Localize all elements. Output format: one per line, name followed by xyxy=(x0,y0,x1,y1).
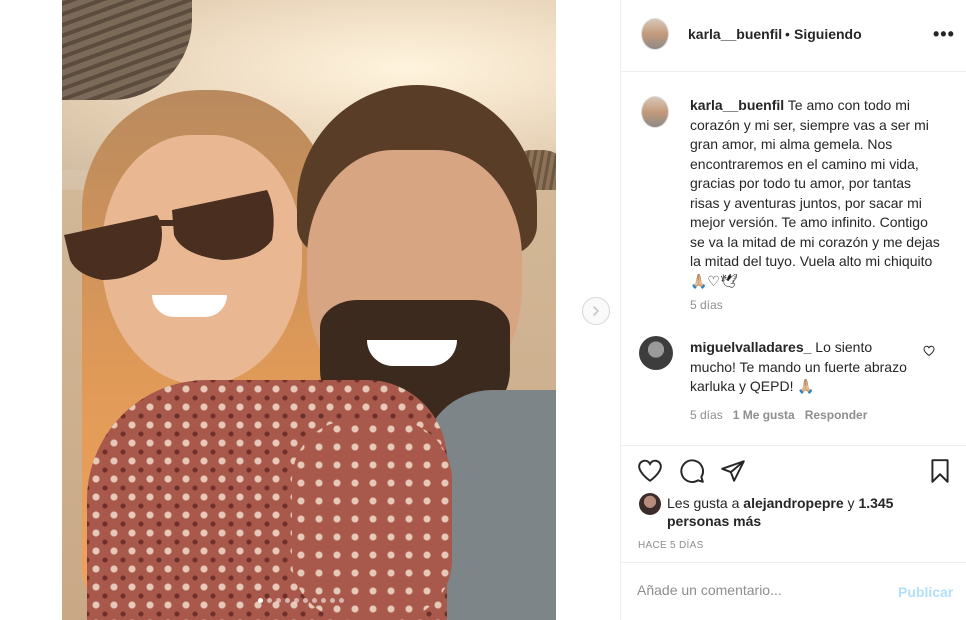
post-header: karla__buenfil • Siguiendo ••• xyxy=(621,0,966,72)
share-icon[interactable] xyxy=(720,458,746,484)
liker-avatar[interactable] xyxy=(639,493,661,515)
author-avatar[interactable] xyxy=(641,18,669,50)
carousel-dot xyxy=(258,598,263,603)
post-photo[interactable] xyxy=(62,0,556,620)
reply-button[interactable]: Responder xyxy=(805,408,868,422)
heart-icon[interactable] xyxy=(637,458,663,484)
photo-woman-smile xyxy=(152,295,227,317)
caption-avatar[interactable] xyxy=(641,96,669,128)
carousel-dot xyxy=(312,598,317,603)
caption-text: Te amo con todo mi corazón y mi ser, sie… xyxy=(690,97,940,289)
divider xyxy=(621,445,966,446)
caption-time[interactable]: 5 días xyxy=(690,298,723,312)
carousel-dot xyxy=(294,598,299,603)
carousel-dot xyxy=(303,598,308,603)
chevron-right-icon xyxy=(593,306,599,316)
likes-prefix: Les gusta a xyxy=(667,495,740,511)
post-timestamp[interactable]: HACE 5 DÍAS xyxy=(638,540,704,551)
add-comment-input[interactable] xyxy=(637,576,887,604)
comment: miguelvalladares_ Lo siento mucho! Te ma… xyxy=(690,338,910,397)
bookmark-icon[interactable] xyxy=(927,458,953,484)
carousel-dot xyxy=(330,598,335,603)
more-options-icon[interactable]: ••• xyxy=(933,24,955,45)
carousel-dot xyxy=(276,598,281,603)
commenter-avatar[interactable] xyxy=(639,336,673,370)
carousel-indicator xyxy=(258,598,344,603)
post-sidebar: karla__buenfil • Siguiendo ••• karla__bu… xyxy=(620,0,966,620)
likes-connector: y xyxy=(847,495,855,511)
comment-meta: 5 días 1 Me gusta Responder xyxy=(690,408,867,422)
author-username[interactable]: karla__buenfil xyxy=(688,26,782,42)
publish-button[interactable]: Publicar xyxy=(898,584,953,600)
comment-icon[interactable] xyxy=(679,458,705,484)
photo-sunglasses xyxy=(64,190,274,280)
header-separator: • xyxy=(785,26,790,42)
comment-likes[interactable]: 1 Me gusta xyxy=(733,408,795,422)
post-caption: karla__buenfil Te amo con todo mi corazó… xyxy=(690,96,940,291)
carousel-dot xyxy=(267,598,272,603)
photo-woman-arm xyxy=(292,420,452,620)
liker-username[interactable]: alejandropepre xyxy=(743,495,843,511)
photo-man-smile xyxy=(367,340,457,366)
caption-username[interactable]: karla__buenfil xyxy=(690,97,784,113)
next-slide-button[interactable] xyxy=(582,297,610,325)
divider xyxy=(621,562,966,563)
following-button[interactable]: Siguiendo xyxy=(794,26,862,42)
carousel-dot xyxy=(321,598,326,603)
carousel-dot xyxy=(339,598,344,603)
likes-summary: Les gusta a alejandropepre y 1.345 perso… xyxy=(667,494,917,530)
carousel-dot xyxy=(285,598,290,603)
comment-username[interactable]: miguelvalladares_ xyxy=(690,339,811,355)
comment-like-heart-icon[interactable] xyxy=(923,345,935,357)
comment-time[interactable]: 5 días xyxy=(690,408,723,422)
